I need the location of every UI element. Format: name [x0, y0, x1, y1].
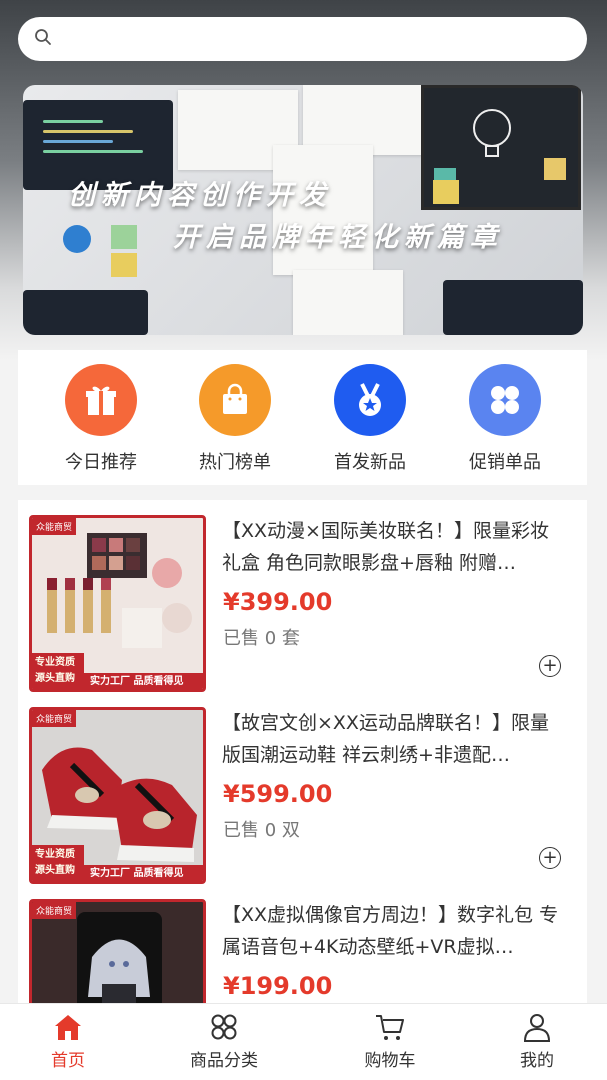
tab-category[interactable]: 商品分类 — [164, 1012, 284, 1071]
product-shop-tag: 众能商贸 — [32, 902, 77, 919]
banner-headline-1: 创新内容创作开发 — [68, 180, 332, 211]
product-shop-tag: 众能商贸 — [32, 518, 77, 535]
quick-entry-label: 今日推荐 — [65, 452, 137, 473]
tab-label: 首页 — [51, 1051, 85, 1071]
banner-decoration — [443, 280, 583, 335]
banner-decoration — [293, 270, 403, 335]
bottom-tab-bar: 首页 商品分类 购物车 我的 — [0, 1003, 607, 1080]
banner-decoration — [63, 225, 91, 253]
tab-label: 我的 — [520, 1051, 554, 1071]
home-icon — [55, 1015, 81, 1040]
category-icon — [211, 1014, 237, 1040]
banner-decoration — [43, 130, 133, 133]
product-image[interactable]: 众能商贸 专业资质 源头直购 实力工厂 品质看得见 — [29, 515, 206, 692]
tab-label: 购物车 — [364, 1051, 416, 1071]
plus-icon: + — [542, 847, 558, 868]
tab-label: 商品分类 — [190, 1051, 258, 1071]
search-input[interactable] — [60, 17, 587, 61]
product-title[interactable]: 【故宫文创×XX运动品牌联名！】限量版国潮运动鞋 祥云刺绣+非遗配… — [222, 707, 567, 771]
banner-decoration — [23, 290, 148, 335]
shopping-bag-icon — [199, 364, 271, 436]
product-card[interactable]: 众能商贸 专业资质 源头直购 实力工厂 品质看得见 【故宫文创×XX运动品牌联名… — [18, 692, 587, 884]
banner-decoration — [43, 120, 103, 123]
quick-entry-label: 首发新品 — [334, 452, 406, 473]
plus-icon: + — [542, 655, 558, 676]
grid-icon — [469, 364, 541, 436]
gift-icon — [65, 364, 137, 436]
product-title[interactable]: 【XX动漫×国际美妆联名！】限量彩妆礼盒 角色同款眼影盘+唇釉 附赠… — [222, 515, 567, 579]
product-badge: 专业资质 源头直购 — [32, 845, 84, 881]
product-price: ¥199.00 — [223, 972, 333, 1000]
product-sold-count: 已售 0 双 — [223, 820, 300, 841]
product-strip-text: 实力工厂 品质看得见 — [90, 868, 184, 879]
tab-cart[interactable]: 购物车 — [330, 1012, 450, 1071]
quick-entry-promotion[interactable]: 促销单品 — [450, 364, 560, 474]
medal-icon — [334, 364, 406, 436]
product-price: ¥599.00 — [223, 780, 333, 808]
quick-entry-today-recommend[interactable]: 今日推荐 — [46, 364, 156, 474]
product-strip-text: 实力工厂 品质看得见 — [90, 676, 184, 687]
product-shop-tag: 众能商贸 — [32, 710, 77, 727]
search-bar[interactable] — [18, 17, 587, 61]
product-list: 众能商贸 专业资质 源头直购 实力工厂 品质看得见 【XX动漫×国际美妆联名！】… — [18, 500, 587, 1005]
quick-entry-label: 热门榜单 — [199, 452, 271, 473]
product-price: ¥399.00 — [223, 588, 333, 616]
product-card[interactable]: 众能商贸 专业资质 源头直购 实力工厂 品质看得见 【XX动漫×国际美妆联名！】… — [18, 500, 587, 692]
banner-decoration — [111, 253, 137, 277]
product-image[interactable]: 众能商贸 专业资质 源头直购 实力工厂 品质看得见 — [29, 707, 206, 884]
cart-icon — [376, 1015, 404, 1040]
add-to-cart-button[interactable]: + — [539, 847, 561, 869]
tab-profile[interactable]: 我的 — [477, 1012, 597, 1071]
quick-entry-panel: 今日推荐 热门榜单 首发新品 促销单品 — [18, 350, 587, 485]
banner-decoration — [111, 225, 137, 249]
product-badge: 专业资质 源头直购 — [32, 653, 84, 689]
quick-entry-hot-list[interactable]: 热门榜单 — [180, 364, 290, 474]
banner-decoration — [43, 150, 143, 153]
product-title[interactable]: 【XX虚拟偶像官方周边！】数字礼包 专属语音包+4K动态壁纸+VR虚拟… — [222, 899, 567, 963]
product-card[interactable]: 众能商贸 【XX虚拟偶像官方周边！】数字礼包 专属语音包+4K动态壁纸+VR虚拟… — [18, 884, 587, 1005]
banner-decoration — [433, 180, 459, 204]
quick-entry-label: 促销单品 — [469, 452, 541, 473]
product-image[interactable]: 众能商贸 — [29, 899, 206, 1005]
quick-entry-new-release[interactable]: 首发新品 — [315, 364, 425, 474]
user-icon — [523, 1014, 551, 1042]
add-to-cart-button[interactable]: + — [539, 655, 561, 677]
product-sold-count: 已售 0 套 — [223, 628, 300, 649]
banner-decoration — [43, 140, 113, 143]
banner-headline-2: 开启品牌年轻化新篇章 — [173, 222, 503, 253]
search-icon — [34, 28, 52, 50]
promo-banner[interactable]: 创新内容创作开发 开启品牌年轻化新篇章 — [23, 85, 583, 335]
tab-home[interactable]: 首页 — [8, 1012, 128, 1071]
